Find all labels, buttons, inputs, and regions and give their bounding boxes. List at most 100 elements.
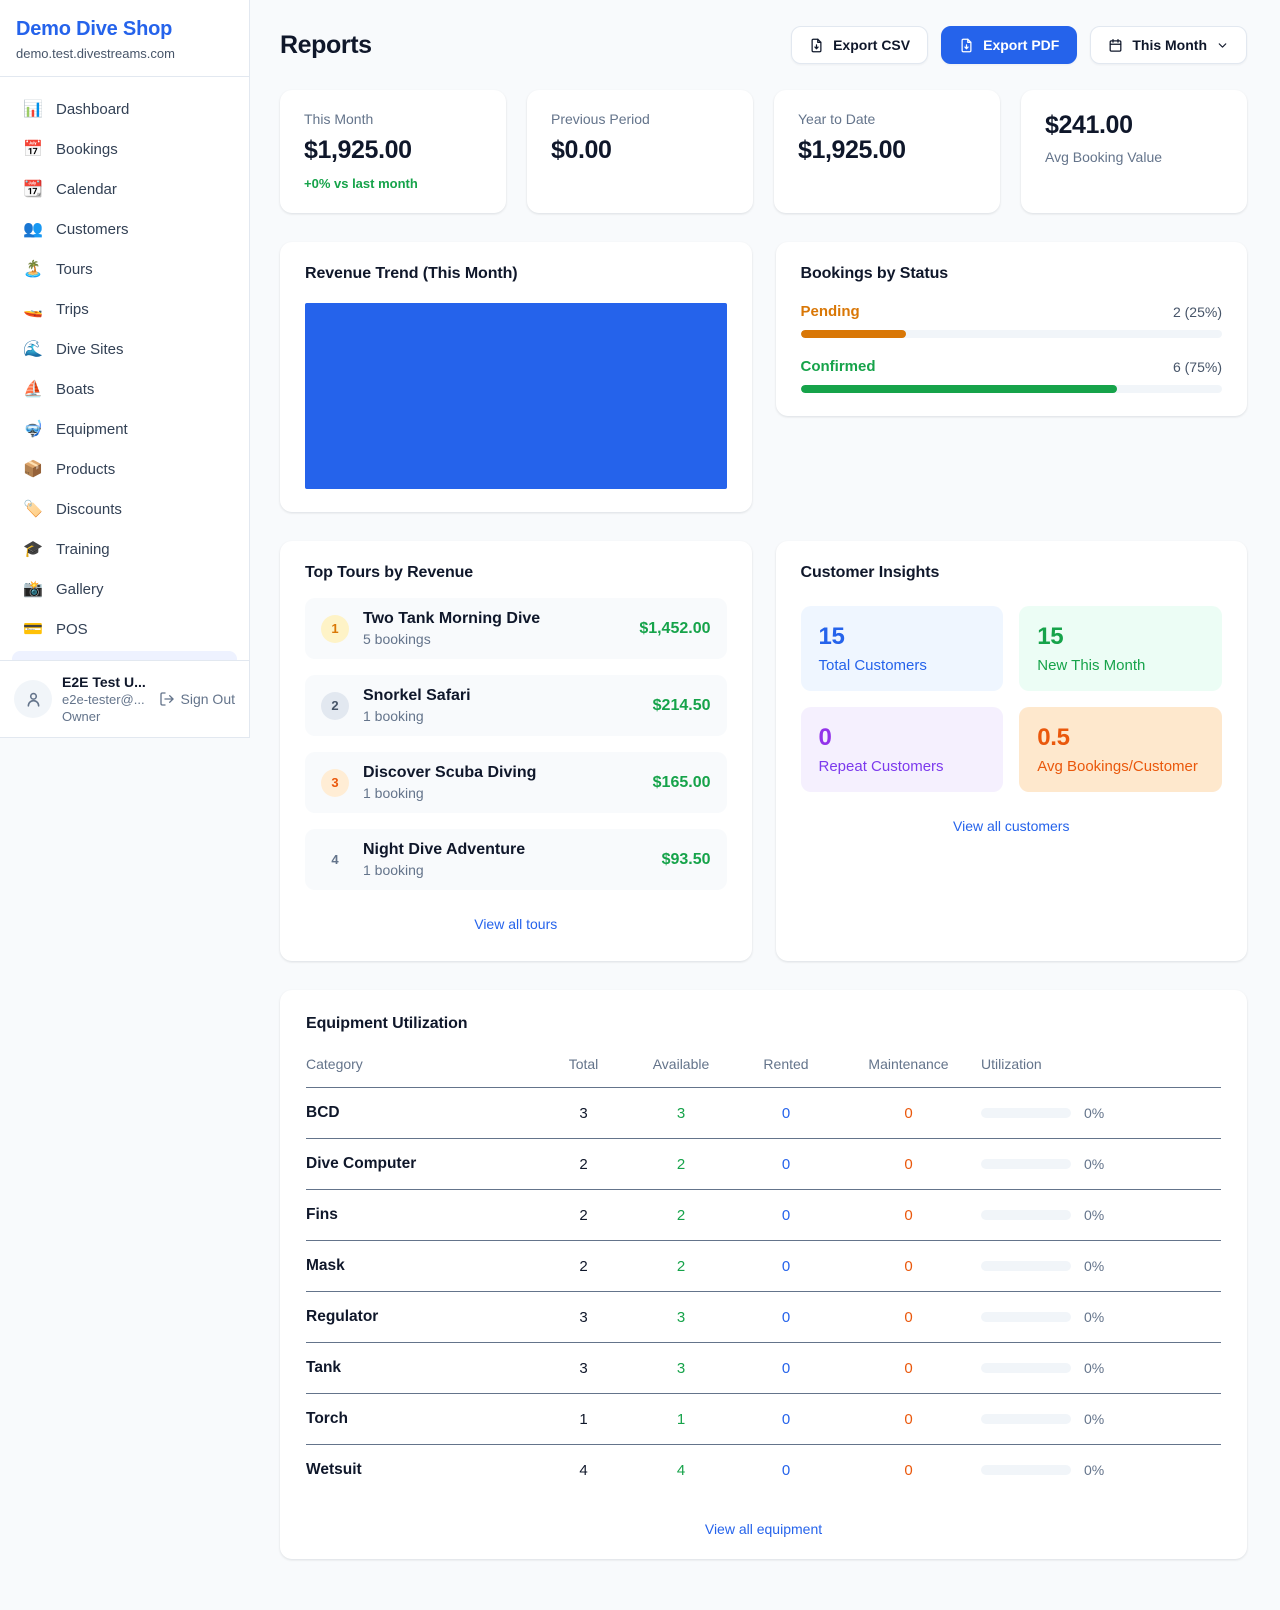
- tour-name: Night Dive Adventure: [363, 841, 525, 859]
- utilization-cell: 0%: [981, 1309, 1221, 1325]
- sidebar-item-dive-sites[interactable]: 🌊 Dive Sites: [12, 329, 237, 369]
- cell-rented: 0: [736, 1088, 836, 1139]
- speedboat-icon: 🚤: [22, 299, 44, 319]
- sidebar-item-trips[interactable]: 🚤 Trips: [12, 289, 237, 329]
- cell-rented: 0: [736, 1343, 836, 1394]
- tag-icon: 🏷️: [22, 499, 44, 519]
- utilization-cell: 0%: [981, 1207, 1221, 1223]
- utilization-cell: 0%: [981, 1360, 1221, 1376]
- sidebar-item-dashboard[interactable]: 📊 Dashboard: [12, 89, 237, 129]
- person-icon: [24, 690, 43, 709]
- tour-amount: $165.00: [653, 774, 711, 792]
- sidebar-item-products[interactable]: 📦 Products: [12, 449, 237, 489]
- utilization-percent: 0%: [1084, 1309, 1104, 1325]
- tile-avg-bookings-customer: 0.5 Avg Bookings/Customer: [1019, 707, 1222, 792]
- tile-label: Total Customers: [819, 657, 986, 674]
- tour-row: 2 Snorkel Safari 1 booking $214.50: [305, 675, 727, 736]
- tile-value: 15: [819, 623, 986, 651]
- cell-available: 2: [626, 1139, 736, 1190]
- cell-rented: 0: [736, 1139, 836, 1190]
- avatar: [14, 680, 52, 718]
- sidebar-item-label: Calendar: [56, 181, 117, 198]
- file-download-icon: [959, 38, 974, 53]
- status-label: Confirmed: [801, 358, 876, 375]
- utilization-percent: 0%: [1084, 1462, 1104, 1478]
- main-content: Reports Export CSV Export PDF This Month: [250, 0, 1280, 1559]
- sidebar-item-reports-partial[interactable]: [12, 651, 237, 660]
- tour-row: 1 Two Tank Morning Dive 5 bookings $1,45…: [305, 598, 727, 659]
- status-count: 2 (25%): [1173, 304, 1222, 320]
- sidebar-item-label: Trips: [56, 301, 89, 318]
- charts-row: Revenue Trend (This Month) Bookings by S…: [280, 242, 1247, 512]
- sidebar-item-training[interactable]: 🎓 Training: [12, 529, 237, 569]
- cell-maintenance: 0: [836, 1445, 981, 1496]
- sidebar-item-boats[interactable]: ⛵ Boats: [12, 369, 237, 409]
- stat-label: Year to Date: [798, 111, 976, 127]
- cell-total: 3: [541, 1343, 626, 1394]
- diving-mask-icon: 🤿: [22, 419, 44, 439]
- stat-card-this-month: This Month $1,925.00 +0% vs last month: [280, 90, 506, 213]
- sign-out-button[interactable]: Sign Out: [159, 691, 235, 707]
- view-all-tours-link[interactable]: View all tours: [305, 916, 727, 932]
- tour-amount: $93.50: [662, 851, 711, 869]
- rank-badge: 4: [321, 846, 349, 874]
- progress-track: [801, 330, 1223, 338]
- table-header-row: Category Total Available Rented Maintena…: [306, 1048, 1221, 1088]
- export-csv-button[interactable]: Export CSV: [791, 26, 928, 64]
- sidebar-item-pos[interactable]: 💳 POS: [12, 609, 237, 649]
- sidebar-item-gallery[interactable]: 📸 Gallery: [12, 569, 237, 609]
- sidebar-item-label: Customers: [56, 221, 129, 238]
- status-label: Pending: [801, 303, 860, 320]
- sidebar-item-label: Equipment: [56, 421, 128, 438]
- sidebar-item-label: Gallery: [56, 581, 104, 598]
- page-header: Reports Export CSV Export PDF This Month: [280, 26, 1247, 64]
- calendar-icon: [1108, 38, 1123, 53]
- view-all-equipment-link[interactable]: View all equipment: [306, 1521, 1221, 1537]
- view-all-customers-link[interactable]: View all customers: [801, 818, 1223, 834]
- export-pdf-button[interactable]: Export PDF: [941, 26, 1077, 64]
- sidebar-item-label: Boats: [56, 381, 94, 398]
- sidebar-item-tours[interactable]: 🏝️ Tours: [12, 249, 237, 289]
- sidebar-item-bookings[interactable]: 📅 Bookings: [12, 129, 237, 169]
- brand-name[interactable]: Demo Dive Shop: [16, 18, 233, 41]
- tour-name: Discover Scuba Diving: [363, 764, 536, 782]
- cell-category: BCD: [306, 1088, 541, 1139]
- stats-grid: This Month $1,925.00 +0% vs last month P…: [280, 90, 1247, 213]
- sidebar-item-equipment[interactable]: 🤿 Equipment: [12, 409, 237, 449]
- insights-row: Top Tours by Revenue 1 Two Tank Morning …: [280, 541, 1247, 961]
- cell-available: 3: [626, 1343, 736, 1394]
- equipment-utilization-card: Equipment Utilization Category Total Ava…: [280, 990, 1247, 1559]
- package-icon: 📦: [22, 459, 44, 479]
- sidebar-item-customers[interactable]: 👥 Customers: [12, 209, 237, 249]
- calendar-icon: 📆: [22, 179, 44, 199]
- stat-card-year-to-date: Year to Date $1,925.00: [774, 90, 1000, 213]
- sailboat-icon: ⛵: [22, 379, 44, 399]
- cell-total: 2: [541, 1190, 626, 1241]
- tile-repeat-customers: 0 Repeat Customers: [801, 707, 1004, 792]
- island-icon: 🏝️: [22, 259, 44, 279]
- rank-badge: 3: [321, 769, 349, 797]
- utilization-percent: 0%: [1084, 1156, 1104, 1172]
- cell-maintenance: 0: [836, 1139, 981, 1190]
- stat-label: Previous Period: [551, 111, 729, 127]
- cell-total: 1: [541, 1394, 626, 1445]
- utilization-track: [981, 1312, 1071, 1322]
- tour-bookings: 1 booking: [363, 785, 536, 801]
- header-actions: Export CSV Export PDF This Month: [791, 26, 1247, 64]
- utilization-track: [981, 1159, 1071, 1169]
- tour-name: Two Tank Morning Dive: [363, 610, 540, 628]
- tile-label: Avg Bookings/Customer: [1037, 758, 1204, 775]
- progress-fill-pending: [801, 330, 906, 338]
- cell-total: 3: [541, 1292, 626, 1343]
- column-header-rented: Rented: [736, 1048, 836, 1088]
- stat-card-previous-period: Previous Period $0.00: [527, 90, 753, 213]
- cell-total: 2: [541, 1241, 626, 1292]
- tour-amount: $214.50: [653, 697, 711, 715]
- camera-icon: 📸: [22, 579, 44, 599]
- period-dropdown[interactable]: This Month: [1090, 26, 1247, 64]
- utilization-cell: 0%: [981, 1411, 1221, 1427]
- cell-total: 4: [541, 1445, 626, 1496]
- sidebar-item-discounts[interactable]: 🏷️ Discounts: [12, 489, 237, 529]
- utilization-percent: 0%: [1084, 1207, 1104, 1223]
- sidebar-item-calendar[interactable]: 📆 Calendar: [12, 169, 237, 209]
